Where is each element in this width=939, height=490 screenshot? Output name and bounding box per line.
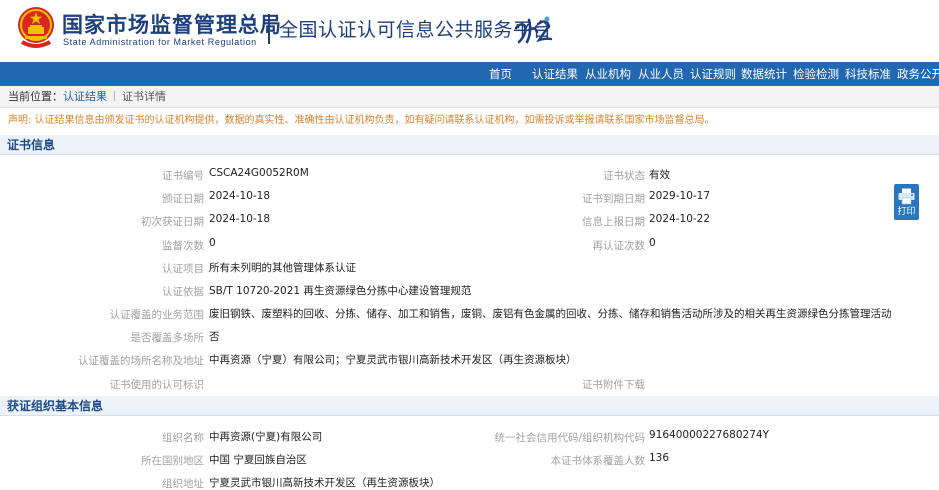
nav-cert-rules[interactable]: 认证规则: [690, 62, 736, 86]
field-value: SB/T 10720-2021 再生资源绿色分拣中心建设管理规范: [209, 285, 472, 297]
field-label: 证书到期日期: [582, 193, 645, 205]
field-label: 证书编号: [162, 170, 204, 182]
field-value: 2029-10-17: [649, 190, 711, 202]
field-label: 认证项目: [162, 263, 204, 275]
site-header: 国家市场监督管理总局 State Administration for Mark…: [0, 0, 939, 62]
nav-standards[interactable]: 科技标准: [845, 62, 891, 86]
breadcrumb-separator: [114, 91, 115, 101]
field-label: 证书状态: [603, 170, 645, 182]
field-value: 136: [649, 452, 670, 464]
section-title-org-info: 获证组织基本信息: [0, 396, 939, 416]
org-row: 组织名称 中再资源(宁夏)有限公司 统一社会信用代码/组织机构代码 916400…: [0, 425, 939, 448]
platform-title: 全国认证认可信息公共服务平台: [279, 19, 553, 41]
field-label: 证书使用的认可标识: [109, 379, 205, 391]
cert-row: 证书编号 CSCA24G0052R0M 证书状态 有效: [0, 163, 939, 186]
field-value: 中国 宁夏回族自治区: [209, 454, 307, 466]
breadcrumb-current: 证书详情: [122, 90, 166, 103]
field-label: 是否覆盖多场所: [130, 332, 205, 344]
platform-logo-icon: [514, 16, 553, 44]
breadcrumb: 当前位置：认证结果 证书详情: [0, 86, 939, 108]
cert-row: 认证覆盖的业务范围 废旧钢铁、废塑料的回收、分拣、储存、加工和销售，废铜、废铝有…: [0, 302, 939, 325]
org-name-cn: 国家市场监督管理总局: [62, 13, 282, 37]
section-title-cert-info: 证书信息: [0, 135, 939, 155]
field-label: 认证依据: [162, 286, 204, 298]
field-label: 信息上报日期: [582, 216, 645, 228]
field-value: 中再资源（宁夏）有限公司；宁夏灵武市银川高新技术开发区（再生资源板块）: [209, 354, 577, 366]
nav-cert-results[interactable]: 认证结果: [532, 62, 578, 86]
field-value: 2024-10-18: [209, 190, 271, 202]
field-value: 中再资源(宁夏)有限公司: [209, 431, 323, 443]
nav-gov-affairs[interactable]: 政务公开: [897, 62, 939, 86]
field-value: 宁夏灵武市银川高新技术开发区（再生资源板块）: [209, 477, 440, 489]
field-label: 初次获证日期: [141, 216, 204, 228]
nav-institutions[interactable]: 从业机构: [585, 62, 631, 86]
cert-row: 认证覆盖的场所名称及地址 中再资源（宁夏）有限公司；宁夏灵武市银川高新技术开发区…: [0, 348, 939, 371]
cert-row: 是否覆盖多场所 否: [0, 325, 939, 348]
breadcrumb-prefix: 当前位置：: [8, 90, 63, 103]
org-name-en: State Administration for Market Regulati…: [63, 37, 257, 47]
print-label: 打印: [897, 207, 916, 217]
field-label: 颁证日期: [162, 193, 204, 205]
disclaimer-notice: 声明: 认证结果信息由颁发证书的认证机构提供，数据的真实性、准确性由认证机构负责…: [8, 115, 715, 126]
breadcrumb-link-cert-results[interactable]: 认证结果: [63, 90, 107, 103]
field-label: 认证覆盖的业务范围: [109, 309, 205, 321]
field-label: 监督次数: [162, 240, 204, 252]
field-value: 91640000227680274Y: [649, 429, 769, 441]
field-label: 认证覆盖的场所名称及地址: [78, 355, 204, 367]
printer-icon: [898, 188, 915, 205]
field-label: 组织名称: [162, 432, 204, 444]
nav-inspection[interactable]: 检验检测: [793, 62, 839, 86]
nav-statistics[interactable]: 数据统计: [741, 62, 787, 86]
attachment-download-link[interactable]: 证书附件下载: [445, 377, 645, 392]
field-value: 0: [209, 237, 216, 249]
field-label: 所在国别地区: [141, 455, 204, 467]
cert-row: 认证项目 所有未列明的其他管理体系认证: [0, 256, 939, 279]
field-label: 统一社会信用代码/组织机构代码: [494, 432, 645, 444]
cert-row: 初次获证日期 2024-10-18 信息上报日期 2024-10-22: [0, 209, 939, 232]
nav-personnel[interactable]: 从业人员: [638, 62, 684, 86]
field-value: 2024-10-22: [649, 213, 711, 225]
main-nav: 首页 认证结果 从业机构 从业人员 认证规则 数据统计 检验检测 科技标准 政务…: [0, 62, 939, 86]
cert-row: 认证依据 SB/T 10720-2021 再生资源绿色分拣中心建设管理规范: [0, 279, 939, 302]
field-label: 再认证次数: [592, 240, 646, 252]
cert-row: 监督次数 0 再认证次数 0: [0, 233, 939, 256]
field-value: 有效: [649, 169, 670, 181]
cert-row: 颁证日期 2024-10-18 证书到期日期 2029-10-17: [0, 186, 939, 209]
field-value: 2024-10-18: [209, 213, 271, 225]
field-value: 废旧钢铁、废塑料的回收、分拣、储存、加工和销售，废铜、废铝有色金属的回收、分拣、…: [209, 308, 892, 320]
field-value: 所有未列明的其他管理体系认证: [209, 262, 356, 274]
national-emblem-icon: [18, 7, 54, 48]
field-label: 本证书体系覆盖人数: [550, 455, 646, 467]
field-label: 组织地址: [162, 478, 204, 490]
field-value: CSCA24G0052R0M: [209, 167, 309, 179]
field-value: 0: [649, 237, 656, 249]
nav-home[interactable]: 首页: [489, 62, 512, 86]
print-button[interactable]: 打印: [894, 184, 919, 220]
cert-row: 证书使用的认可标识 证书附件下载: [0, 372, 939, 395]
org-row: 组织地址 宁夏灵武市银川高新技术开发区（再生资源板块）: [0, 471, 939, 490]
header-divider: [268, 14, 270, 44]
field-value: 否: [209, 331, 220, 343]
org-row: 所在国别地区 中国 宁夏回族自治区 本证书体系覆盖人数 136: [0, 448, 939, 471]
